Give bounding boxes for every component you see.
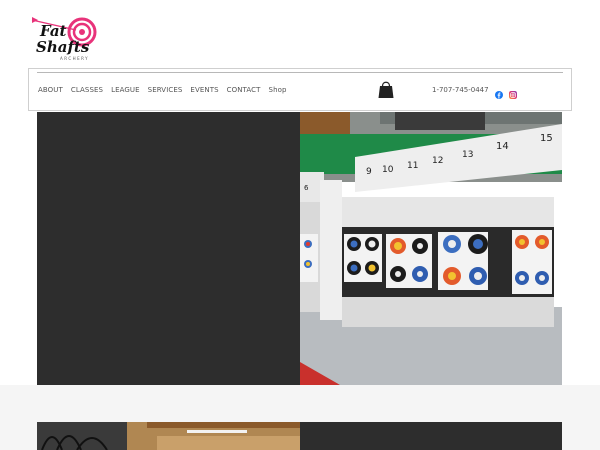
hero-dark-panel [37, 112, 300, 385]
lane-number: 14 [496, 141, 509, 152]
shopping-bag-icon[interactable] [377, 79, 395, 99]
brand-logo[interactable]: Fat Shafts ARCHERY [30, 14, 100, 62]
phone-number[interactable]: 1-707-745-0447 [432, 86, 489, 94]
lane-number: 13 [462, 150, 473, 160]
lane-number: 15 [540, 133, 553, 144]
logo-sub: ARCHERY [60, 56, 89, 61]
lane-number: 6 [304, 184, 309, 192]
facebook-icon[interactable] [495, 86, 503, 99]
lane-number: 10 [382, 165, 394, 175]
second-dark-panel [300, 422, 562, 450]
nav-menu: ABOUT CLASSES LEAGUE SERVICES EVENTS CON… [38, 86, 287, 94]
navbar-divider [37, 72, 563, 73]
nav-events[interactable]: EVENTS [190, 86, 218, 94]
instagram-icon[interactable] [509, 86, 517, 99]
main-navbar: ABOUT CLASSES LEAGUE SERVICES EVENTS CON… [28, 68, 572, 111]
lane-number: 11 [407, 161, 418, 171]
nav-contact[interactable]: CONTACT [227, 86, 261, 94]
lane-number: 9 [366, 167, 372, 177]
nav-classes[interactable]: CLASSES [71, 86, 103, 94]
nav-about[interactable]: ABOUT [38, 86, 63, 94]
lane-number: 12 [432, 156, 443, 166]
hero-archery-range-image: 9 10 11 12 13 14 15 6 [300, 112, 562, 385]
logo-line2: Shafts [36, 38, 90, 56]
bow-rack-image [37, 422, 300, 450]
nav-services[interactable]: SERVICES [148, 86, 183, 94]
nav-shop[interactable]: Shop [269, 86, 287, 94]
nav-league[interactable]: LEAGUE [111, 86, 140, 94]
